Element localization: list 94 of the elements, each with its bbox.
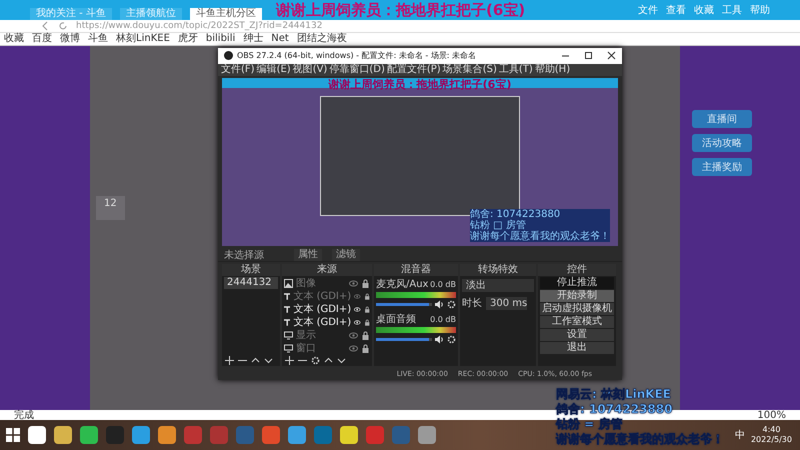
zoom-level: 100% [757, 410, 786, 420]
lock-icon[interactable] [361, 278, 370, 288]
channel-reading: 0.0 dB [430, 279, 456, 290]
control-button[interactable]: 设置 [540, 329, 614, 342]
channel-name: 麦克风/Aux [376, 279, 428, 290]
status-text: 完成 [14, 409, 34, 422]
monitor-icon [284, 330, 293, 340]
overlay-text: 网易云: 林刻LinKEE [556, 387, 672, 402]
source-name[interactable]: 文本 (GDI+) [293, 302, 352, 316]
settings-icon[interactable] [311, 356, 320, 366]
speaker-icon[interactable] [435, 335, 444, 344]
source-name[interactable]: 文本 (GDI+) [293, 289, 352, 304]
window-title: OBS 27.2.4 (64-bit, windows) - 配置文件: 未命名 - 场景: 未命名 [237, 50, 476, 62]
count-label: 12 [96, 196, 125, 220]
overlay-text: 钻粉 □ 房管 [470, 220, 610, 232]
menu-item[interactable]: 文件(F) [221, 64, 255, 76]
app-icon[interactable] [28, 426, 46, 444]
overlay-text: 谢谢每个愿意看我的观众老爷！ [470, 231, 610, 242]
side-button[interactable]: 活动攻略 [692, 134, 752, 152]
chevron-down-icon[interactable] [337, 356, 346, 366]
app-icon[interactable] [54, 426, 72, 444]
overlay-text: 鸽舍: 1074223880 [470, 209, 610, 220]
scene-item[interactable]: 2444132 [224, 277, 278, 290]
panel-title: 场景 [222, 264, 280, 276]
menu-item[interactable]: 帮助(H) [534, 64, 570, 76]
banner-text: 谢谢上周饲养员：拖地界扛把子(6宝) [328, 78, 512, 88]
bookmark-link[interactable]: 绅士 [243, 33, 264, 45]
channel-reading: 0.0 dB [430, 314, 456, 326]
image-icon [284, 278, 293, 288]
app-icon[interactable] [340, 426, 358, 444]
source-label: 未选择源 [224, 248, 265, 262]
channel-name: 桌面音频 [376, 314, 416, 326]
control-button[interactable]: 工作室模式 [540, 316, 614, 328]
menu-item[interactable]: 视图(V) [292, 64, 328, 76]
eye-icon[interactable] [354, 318, 361, 327]
lock-icon[interactable] [361, 330, 370, 340]
app-logo-icon [224, 51, 233, 60]
clock-date: 2022/5/30 [750, 435, 792, 445]
chevron-down-icon[interactable] [264, 356, 273, 366]
windows-start-icon[interactable] [6, 428, 20, 442]
bookmark-link[interactable]: 收藏 [4, 33, 24, 45]
source-name[interactable]: 图像 [296, 276, 346, 290]
control-button[interactable]: 开始录制 [540, 290, 614, 302]
overlay-text: 钻粉 = 房管 [556, 417, 624, 432]
lock-icon[interactable] [364, 292, 370, 301]
menu-item[interactable]: 配置文件(P) [386, 64, 441, 76]
menu-item[interactable]: 编辑(E) [256, 64, 291, 76]
menu-item[interactable]: 工具(T) [498, 64, 533, 76]
duration-label: 时长 [462, 298, 482, 310]
source-name[interactable]: 显示 [296, 328, 346, 342]
bookmark-link[interactable]: Net [271, 33, 289, 45]
menu-item[interactable]: 停靠窗口(D) [329, 64, 385, 76]
bookmark-link[interactable]: 斗鱼 [88, 33, 108, 45]
menu-item[interactable]: 场景集合(S) [442, 64, 497, 76]
bookmark-link[interactable]: 百度 [32, 33, 52, 45]
control-button[interactable]: 退出 [540, 342, 614, 354]
panel-title: 混音器 [374, 264, 458, 276]
eye-icon[interactable] [354, 304, 361, 314]
add-icon[interactable] [285, 356, 294, 366]
panel-title: 转场特效 [460, 264, 536, 276]
monitor-icon [284, 344, 293, 353]
toolbar-button[interactable]: 滤镜 [332, 248, 360, 261]
side-button[interactable]: 直播间 [692, 110, 752, 128]
banner-text: 谢谢上周饲养员：拖地界扛把子(6宝) [276, 1, 526, 19]
speaker-icon[interactable] [435, 300, 444, 310]
toolbar-button[interactable]: 属性 [294, 248, 322, 261]
add-icon[interactable] [225, 356, 234, 366]
bookmark-link[interactable]: 团结之海夜 [296, 33, 347, 45]
clock-time: 4:40 [762, 425, 780, 435]
duration-field[interactable]: 300 ms [486, 297, 528, 310]
side-button[interactable]: 主播奖励 [692, 158, 752, 176]
settings-icon[interactable] [447, 300, 456, 310]
source-name[interactable]: 文本 (GDI+) [293, 315, 352, 330]
transition-select[interactable]: 淡出 [462, 279, 534, 292]
browser-tab[interactable]: 斗鱼主机分区 [190, 8, 262, 20]
bookmark-link[interactable]: 微博 [60, 33, 80, 45]
lock-icon[interactable] [361, 344, 370, 353]
bookmark-link[interactable]: 虎牙 [178, 33, 198, 45]
lock-icon[interactable] [364, 318, 370, 327]
maximize-icon[interactable] [584, 51, 593, 60]
bookmark-link[interactable]: 林刻LinKEE [116, 33, 170, 45]
ime-indicator[interactable]: 中 [734, 428, 745, 442]
refresh-icon[interactable] [58, 21, 68, 31]
settings-icon[interactable] [447, 335, 456, 344]
overlay-text: 谢谢每个愿意看我的观众老爷！ [556, 432, 724, 447]
source-name[interactable]: 窗口 [296, 341, 346, 356]
control-button[interactable]: 启动虚拟摄像机 [540, 303, 614, 316]
lock-icon[interactable] [364, 304, 370, 314]
panel-title: 来源 [282, 264, 372, 276]
close-icon[interactable] [607, 51, 616, 60]
back-icon[interactable] [40, 21, 50, 31]
bookmark-link[interactable]: bilibili [206, 33, 236, 45]
panel-title: 控件 [538, 264, 616, 276]
control-button[interactable]: 停止推流 [540, 277, 614, 290]
